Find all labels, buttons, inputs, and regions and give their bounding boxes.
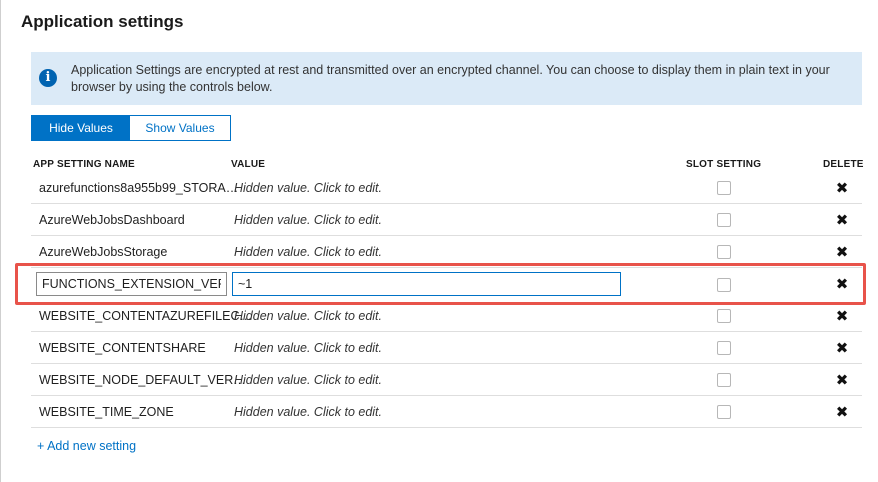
setting-value[interactable]: Hidden value. Click to edit. (234, 300, 382, 332)
table-row: WEBSITE_NODE_DEFAULT_VER… Hidden value. … (31, 364, 862, 396)
slot-setting-checkbox[interactable] (717, 341, 731, 355)
delete-icon[interactable]: ✖ (835, 204, 849, 236)
slot-setting-checkbox[interactable] (717, 181, 731, 195)
info-icon: i (39, 69, 57, 87)
delete-icon[interactable]: ✖ (835, 364, 849, 396)
table-row: AzureWebJobsDashboard Hidden value. Clic… (31, 204, 862, 236)
table-row: WEBSITE_CONTENTSHARE Hidden value. Click… (31, 332, 862, 364)
table-row: azurefunctions8a955b99_STORA… Hidden val… (31, 172, 862, 204)
setting-name[interactable]: AzureWebJobsStorage (39, 236, 224, 268)
delete-icon[interactable]: ✖ (835, 300, 849, 332)
setting-value-input[interactable] (232, 272, 621, 296)
slot-setting-checkbox[interactable] (717, 213, 731, 227)
table-row: WEBSITE_CONTENTAZUREFILEC… Hidden value.… (31, 300, 862, 332)
table-row-editing: ✖ (31, 268, 862, 300)
setting-value[interactable]: Hidden value. Click to edit. (234, 396, 382, 428)
setting-value[interactable]: Hidden value. Click to edit. (234, 236, 382, 268)
setting-value[interactable]: Hidden value. Click to edit. (234, 204, 382, 236)
info-banner: i Application Settings are encrypted at … (31, 52, 862, 105)
slot-setting-checkbox[interactable] (717, 278, 731, 292)
delete-icon[interactable]: ✖ (835, 236, 849, 268)
setting-value[interactable]: Hidden value. Click to edit. (234, 364, 382, 396)
left-border (0, 0, 1, 482)
slot-setting-checkbox[interactable] (717, 405, 731, 419)
page-title: Application settings (21, 12, 184, 31)
column-header-name: APP SETTING NAME (33, 159, 135, 170)
slot-setting-checkbox[interactable] (717, 373, 731, 387)
setting-name-input[interactable] (36, 272, 227, 296)
slot-setting-checkbox[interactable] (717, 309, 731, 323)
column-header-delete: DELETE (823, 159, 864, 170)
setting-name[interactable]: WEBSITE_TIME_ZONE (39, 396, 224, 428)
slot-setting-checkbox[interactable] (717, 245, 731, 259)
delete-icon[interactable]: ✖ (835, 172, 849, 204)
setting-name[interactable]: WEBSITE_NODE_DEFAULT_VER… (39, 364, 246, 396)
add-new-setting-link[interactable]: + Add new setting (37, 439, 136, 453)
values-visibility-toggle: Hide Values Show Values (31, 115, 231, 141)
table-row: AzureWebJobsStorage Hidden value. Click … (31, 236, 862, 268)
setting-value[interactable]: Hidden value. Click to edit. (234, 172, 382, 204)
info-banner-text: Application Settings are encrypted at re… (71, 63, 830, 94)
column-header-slot-setting: SLOT SETTING (686, 159, 762, 170)
delete-icon[interactable]: ✖ (835, 268, 849, 300)
setting-value[interactable]: Hidden value. Click to edit. (234, 332, 382, 364)
delete-icon[interactable]: ✖ (835, 396, 849, 428)
setting-name[interactable]: WEBSITE_CONTENTSHARE (39, 332, 224, 364)
setting-name[interactable]: WEBSITE_CONTENTAZUREFILEC… (39, 300, 252, 332)
setting-name[interactable]: AzureWebJobsDashboard (39, 204, 224, 236)
delete-icon[interactable]: ✖ (835, 332, 849, 364)
setting-name[interactable]: azurefunctions8a955b99_STORA… (39, 172, 238, 204)
show-values-button[interactable]: Show Values (130, 116, 230, 140)
column-header-value: VALUE (231, 159, 266, 170)
table-row: WEBSITE_TIME_ZONE Hidden value. Click to… (31, 396, 862, 428)
hide-values-button[interactable]: Hide Values (32, 116, 130, 140)
